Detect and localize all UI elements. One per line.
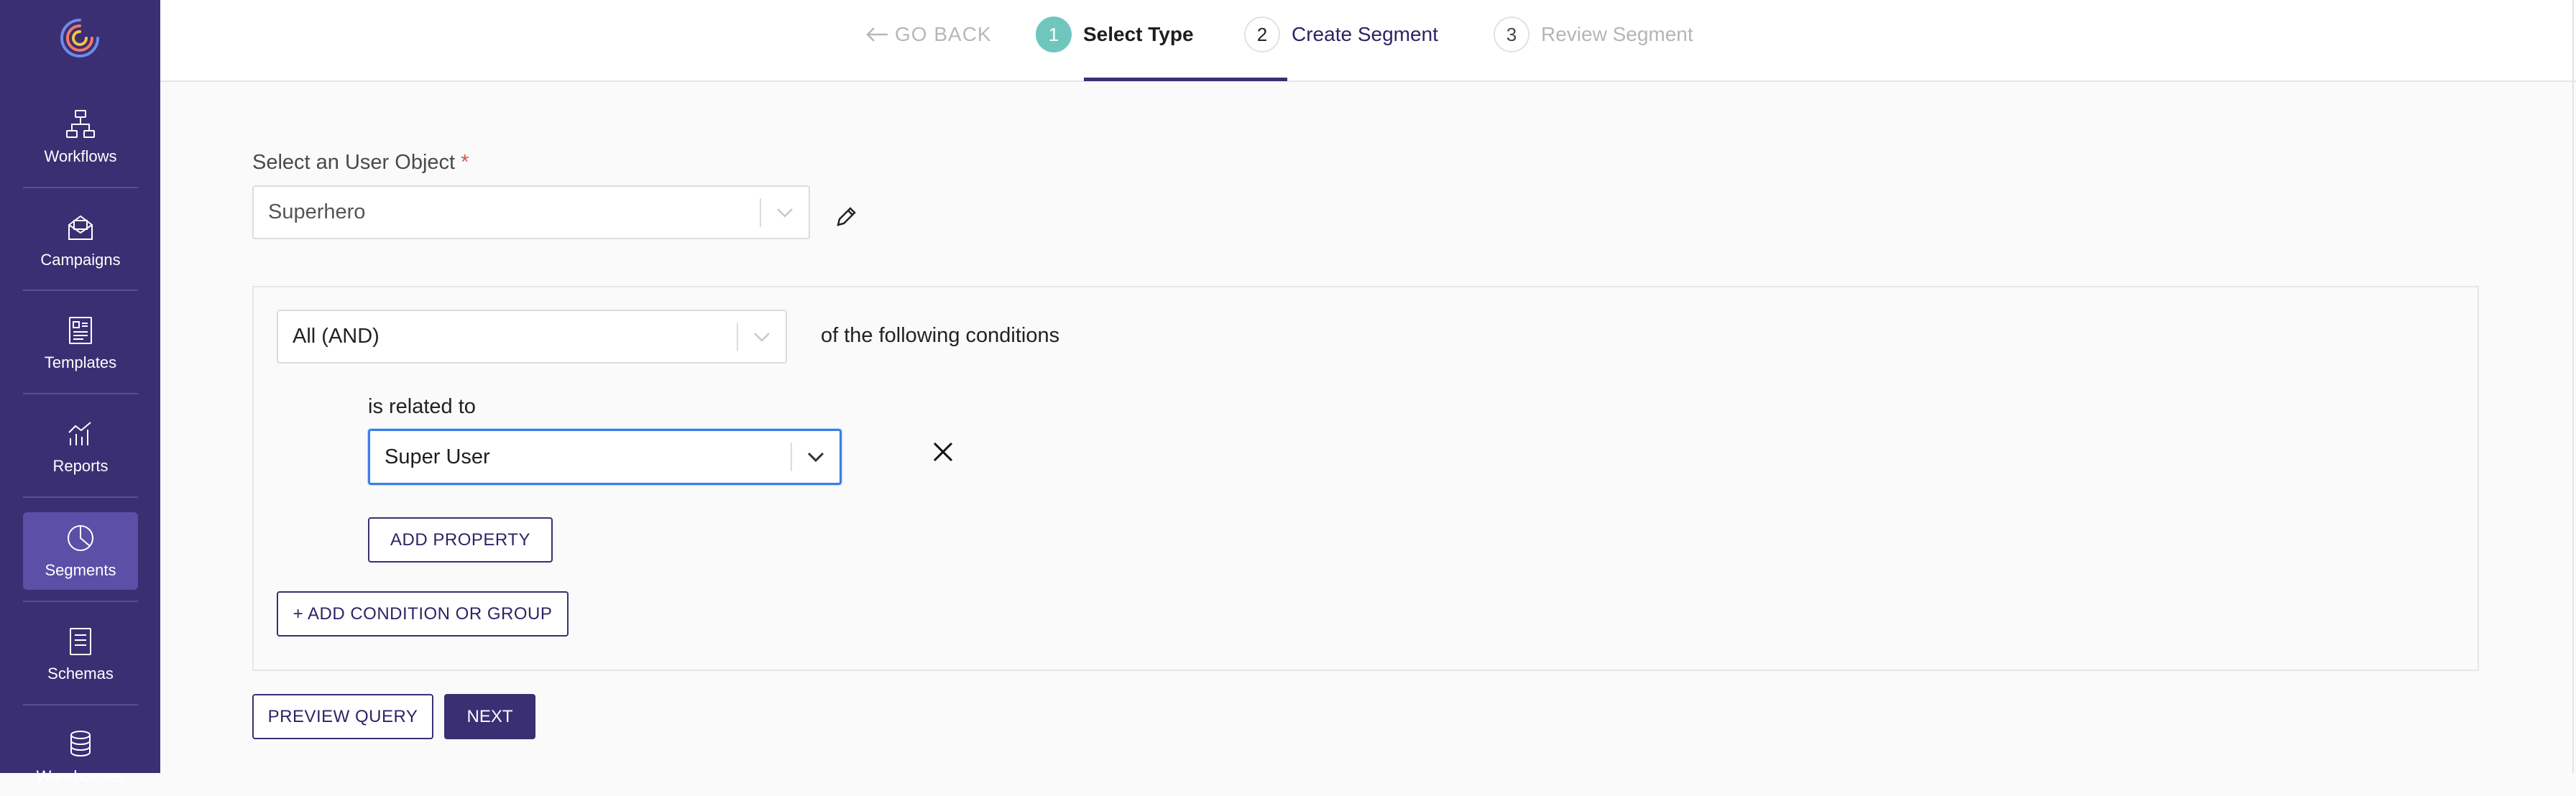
sidebar-divider (23, 496, 138, 498)
sidebar-item-warehouses[interactable]: Warehouses (23, 718, 138, 796)
step-number: 1 (1036, 17, 1072, 52)
pencil-icon[interactable] (834, 205, 858, 229)
go-back-button[interactable]: GO BACK (865, 20, 992, 49)
sidebar: Workflows Campaigns Templates Reports Se… (0, 0, 160, 785)
relation-label: is related to (368, 395, 476, 418)
sidebar-divider (23, 704, 138, 705)
divider (2572, 0, 2574, 773)
sidebar-item-segments[interactable]: Segments (23, 512, 138, 590)
step-label: Select Type (1083, 23, 1194, 45)
sidebar-item-campaigns[interactable]: Campaigns (23, 202, 138, 279)
required-mark: * (461, 151, 469, 174)
sidebar-item-reports[interactable]: Reports (23, 408, 138, 486)
sidebar-divider (23, 393, 138, 394)
document-icon (70, 628, 91, 655)
sidebar-item-workflows[interactable]: Workflows (23, 98, 138, 176)
step-label: Create Segment (1292, 23, 1438, 45)
sidebar-item-label: Segments (45, 561, 116, 579)
sidebar-item-label: Campaigns (40, 251, 121, 269)
user-object-label-text: Select an User Object (252, 151, 456, 174)
step-create-segment[interactable]: 2 Create Segment (1244, 16, 1438, 53)
operator-value: All (AND) (293, 325, 380, 348)
active-step-indicator (1084, 78, 1287, 81)
step-number: 3 (1494, 17, 1530, 52)
pie-icon (68, 525, 93, 551)
sidebar-item-label: Templates (44, 353, 117, 371)
sidebar-divider (23, 187, 138, 188)
step-number: 2 (1244, 17, 1280, 52)
sidebar-item-label: Reports (52, 457, 109, 475)
user-object-value: Superhero (268, 200, 366, 223)
template-icon (69, 317, 92, 344)
relation-select[interactable]: Super User (368, 429, 842, 485)
workflow-icon (66, 110, 95, 138)
app-logo[interactable] (56, 14, 104, 62)
sidebar-item-schemas[interactable]: Schemas (23, 616, 138, 693)
preview-query-button[interactable]: PREVIEW QUERY (252, 694, 433, 739)
operator-select[interactable]: All (AND) (277, 310, 787, 364)
chart-icon (68, 422, 91, 445)
sidebar-item-label: Schemas (47, 665, 114, 682)
envelope-icon (68, 215, 93, 240)
step-review-segment[interactable]: 3 Review Segment (1494, 16, 1693, 53)
operator-suffix: of the following conditions (821, 324, 1060, 347)
stepper-bar: GO BACK 1 Select Type 2 Create Segment 3… (160, 0, 2576, 82)
chevron-down-icon[interactable] (738, 331, 786, 343)
chevron-down-icon[interactable] (792, 451, 840, 463)
user-object-label: Select an User Object * (252, 151, 469, 175)
sidebar-item-label: Warehouses (36, 767, 125, 785)
sidebar-item-templates[interactable]: Templates (23, 305, 138, 382)
step-label: Review Segment (1541, 23, 1693, 45)
chevron-down-icon[interactable] (761, 207, 809, 218)
relation-value: Super User (385, 445, 490, 468)
add-property-button[interactable]: ADD PROPERTY (368, 517, 553, 563)
step-select-type[interactable]: 1 Select Type (1036, 16, 1194, 53)
close-icon[interactable] (931, 440, 955, 464)
database-icon (70, 731, 91, 757)
sidebar-divider (23, 290, 138, 291)
next-button[interactable]: NEXT (444, 694, 535, 739)
user-object-select[interactable]: Superhero (252, 185, 810, 239)
arrow-left-icon (866, 27, 888, 42)
sidebar-divider (23, 601, 138, 602)
add-condition-button[interactable]: + ADD CONDITION OR GROUP (277, 591, 569, 637)
sidebar-item-label: Workflows (44, 147, 117, 165)
go-back-label: GO BACK (895, 23, 992, 45)
